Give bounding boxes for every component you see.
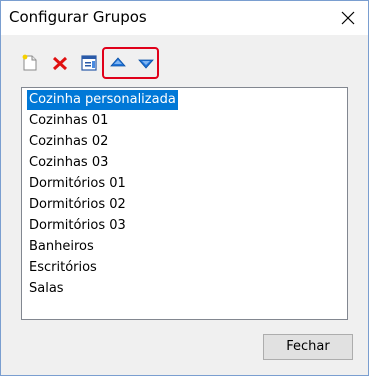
edit-icon — [81, 55, 97, 71]
title-bar[interactable]: Configurar Grupos — [1, 1, 368, 35]
list-item-selected[interactable]: Cozinha personalizada — [27, 90, 178, 110]
list-item[interactable]: Banheiros — [27, 237, 96, 257]
list-item[interactable]: Cozinhas 01 — [27, 111, 110, 131]
list-item[interactable]: Dormitórios 01 — [27, 174, 128, 194]
groups-listbox[interactable]: Cozinha personalizada Cozinhas 01 Cozinh… — [21, 87, 348, 320]
close-dialog-button[interactable]: Fechar — [263, 334, 353, 360]
reorder-buttons-highlight — [102, 47, 159, 79]
window-close-button[interactable] — [328, 1, 368, 35]
list-item[interactable]: Salas — [27, 279, 66, 299]
list-item[interactable]: Dormitórios 03 — [27, 216, 128, 236]
dialog-title: Configurar Grupos — [9, 8, 147, 26]
delete-group-button[interactable] — [49, 52, 71, 74]
new-document-icon — [22, 54, 37, 71]
list-item[interactable]: Escritórios — [27, 258, 99, 278]
new-group-button[interactable] — [19, 52, 41, 74]
list-item[interactable]: Cozinhas 03 — [27, 153, 110, 173]
delete-icon — [52, 56, 68, 71]
list-item[interactable]: Cozinhas 02 — [27, 132, 110, 152]
close-icon — [341, 11, 355, 25]
edit-group-button[interactable] — [78, 52, 100, 74]
dialog-window: Configurar Grupos Cozinha personalizada … — [0, 0, 369, 376]
list-item[interactable]: Dormitórios 02 — [27, 195, 128, 215]
